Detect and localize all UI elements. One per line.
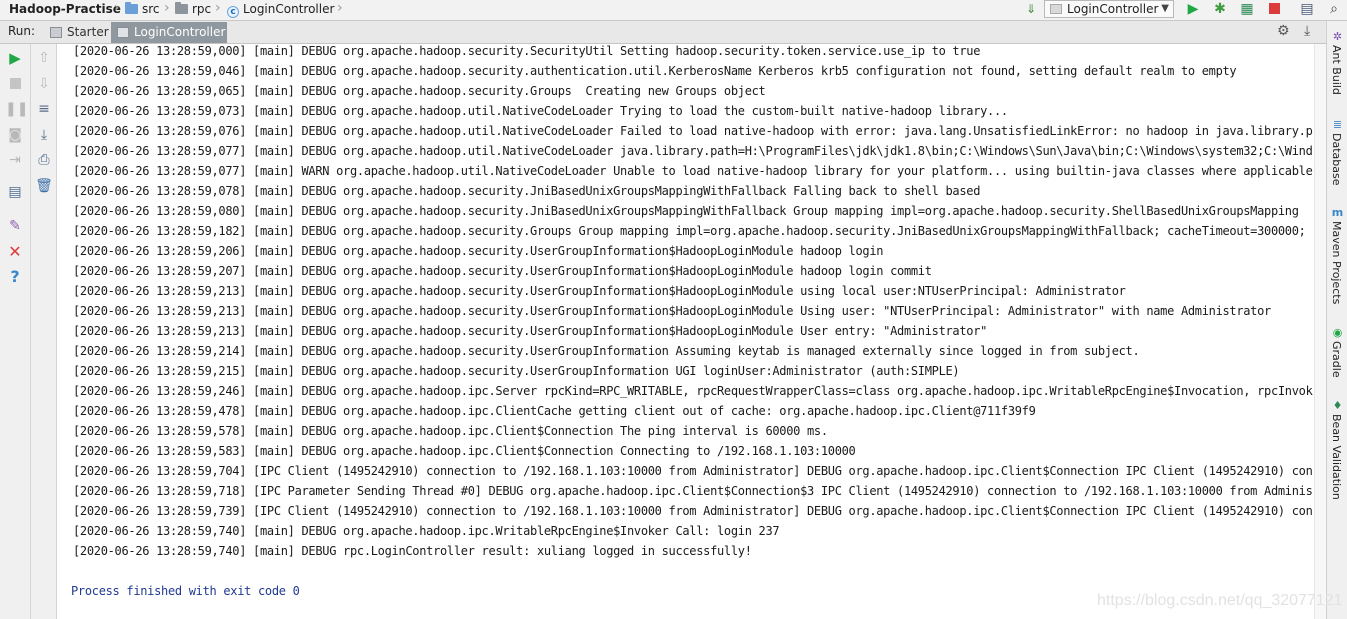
console-line: [2020-06-26 13:28:59,213] [main] DEBUG o… xyxy=(73,304,1271,318)
rerun-icon[interactable]: ▶ xyxy=(5,48,25,68)
project-structure-icon[interactable]: ▤ xyxy=(1298,0,1316,18)
dump-threads-icon[interactable]: ◙ xyxy=(5,125,25,145)
exit-icon[interactable]: ⇥ xyxy=(5,150,25,170)
run-toolbar-primary: ▶ ❚❚ ◙ ⇥ ▤ ✎ ✕ ? xyxy=(0,44,31,619)
bean-validation-icon: ♦ xyxy=(1332,399,1343,412)
process-exit-line: Process finished with exit code 0 xyxy=(71,584,300,598)
gear-icon[interactable]: ⚙ xyxy=(1277,23,1290,39)
console-line: [2020-06-26 13:28:59,213] [main] DEBUG o… xyxy=(73,284,1126,298)
console-line: [2020-06-26 13:28:59,182] [main] DEBUG o… xyxy=(73,224,1306,238)
console-tab-icon xyxy=(50,27,62,38)
vertical-scrollbar[interactable] xyxy=(1314,44,1326,619)
console-line: [2020-06-26 13:28:59,077] [main] WARN or… xyxy=(73,164,1313,178)
config-icon xyxy=(1050,4,1062,14)
console-line: [2020-06-26 13:28:59,207] [main] DEBUG o… xyxy=(73,264,932,278)
breadcrumb-separator: › xyxy=(114,0,120,16)
database-icon: ≣ xyxy=(1332,118,1343,131)
console-line: [2020-06-26 13:28:59,077] [main] DEBUG o… xyxy=(73,144,1313,158)
scroll-to-end-icon[interactable]: ⤓ xyxy=(34,125,54,145)
soft-wrap-icon[interactable]: ≡ xyxy=(34,99,54,119)
breadcrumb-src-label: src xyxy=(142,2,160,16)
console-line: [2020-06-26 13:28:59,704] [IPC Client (1… xyxy=(73,464,1313,478)
close-icon[interactable]: ✕ xyxy=(5,242,25,262)
chevron-down-icon: ▼ xyxy=(1161,3,1169,14)
breadcrumb-separator: › xyxy=(164,0,170,16)
run-configuration-select[interactable]: LoginController ▼ xyxy=(1044,0,1174,18)
trash-icon[interactable]: 🗑 xyxy=(34,176,54,196)
tool-gradle[interactable]: Gradle xyxy=(1330,341,1343,378)
watermark: https://blog.csdn.net/qq_32077121 xyxy=(1097,592,1343,609)
ant-icon: ✲ xyxy=(1332,30,1343,43)
layout-icon[interactable]: ▤ xyxy=(5,182,25,202)
tab-logincontroller-label: LoginController xyxy=(134,25,226,39)
arrow-up-icon[interactable]: ⇧ xyxy=(34,48,54,68)
tool-maven-projects[interactable]: Maven Projects xyxy=(1330,221,1343,304)
console-line: [2020-06-26 13:28:59,740] [main] DEBUG r… xyxy=(73,544,752,558)
console-output[interactable]: [2020-06-26 13:28:59,000] [main] DEBUG o… xyxy=(57,44,1326,619)
search-icon[interactable]: ⌕ xyxy=(1325,0,1343,18)
run-icon[interactable]: ▶ xyxy=(1184,0,1202,18)
folder-icon xyxy=(125,2,138,14)
tab-logincontroller[interactable]: LoginController xyxy=(111,22,227,43)
console-line: [2020-06-26 13:28:59,578] [main] DEBUG o… xyxy=(73,424,828,438)
console-line: [2020-06-26 13:28:59,739] [IPC Client (1… xyxy=(73,504,1313,518)
coverage-icon[interactable]: ▦ xyxy=(1238,0,1256,18)
run-toolbar-secondary: ⇧ ⇩ ≡ ⤓ ⎙ 🗑 xyxy=(31,44,57,619)
maven-icon: m xyxy=(1331,206,1344,219)
run-label: Run: xyxy=(8,24,36,38)
breadcrumb-rpc[interactable]: rpc xyxy=(175,2,211,19)
breadcrumb-src[interactable]: src xyxy=(125,2,160,19)
tab-starter-label: Starter xyxy=(67,25,109,39)
run-tool-header: Run: Starter LoginController ⚙ ⤓ xyxy=(0,21,1326,44)
console-line: [2020-06-26 13:28:59,206] [main] DEBUG o… xyxy=(73,244,884,258)
stop-icon[interactable] xyxy=(1265,0,1283,18)
console-line: [2020-06-26 13:28:59,078] [main] DEBUG o… xyxy=(73,184,981,198)
gradle-icon: ◉ xyxy=(1332,326,1343,339)
print-icon[interactable]: ⎙ xyxy=(34,150,54,170)
tab-starter[interactable]: Starter xyxy=(44,22,110,43)
tool-bean-validation[interactable]: Bean Validation xyxy=(1330,414,1343,500)
tool-database[interactable]: Database xyxy=(1330,133,1343,186)
run-configuration-label: LoginController xyxy=(1067,2,1159,16)
tool-ant-build[interactable]: Ant Build xyxy=(1330,45,1343,95)
console-line: [2020-06-26 13:28:59,246] [main] DEBUG o… xyxy=(73,384,1313,398)
breadcrumb-project[interactable]: Hadoop-Practise xyxy=(9,2,121,19)
console-line: [2020-06-26 13:28:59,718] [IPC Parameter… xyxy=(73,484,1313,498)
breadcrumb-file-label: LoginController xyxy=(243,2,335,16)
console-line: [2020-06-26 13:28:59,046] [main] DEBUG o… xyxy=(73,64,1237,78)
console-line: [2020-06-26 13:28:59,073] [main] DEBUG o… xyxy=(73,104,1008,118)
console-line: [2020-06-26 13:28:59,215] [main] DEBUG o… xyxy=(73,364,960,378)
console-line: [2020-06-26 13:28:59,065] [main] DEBUG o… xyxy=(73,84,766,98)
right-tool-strip: ✲ Ant Build ≣ Database m Maven Projects … xyxy=(1326,21,1347,619)
console-line: [2020-06-26 13:28:59,583] [main] DEBUG o… xyxy=(73,444,856,458)
console-line: [2020-06-26 13:28:59,000] [main] DEBUG o… xyxy=(73,44,981,58)
java-class-icon: c xyxy=(227,6,239,18)
console-line: [2020-06-26 13:28:59,740] [main] DEBUG o… xyxy=(73,524,780,538)
console-line: [2020-06-26 13:28:59,080] [main] DEBUG o… xyxy=(73,204,1299,218)
console-line: [2020-06-26 13:28:59,213] [main] DEBUG o… xyxy=(73,324,988,338)
pause-icon[interactable]: ❚❚ xyxy=(5,99,28,119)
console-tab-icon xyxy=(117,27,129,38)
stop-icon[interactable] xyxy=(5,74,25,94)
debug-icon[interactable]: ✱ xyxy=(1211,0,1229,18)
package-icon xyxy=(175,2,188,14)
help-icon[interactable]: ? xyxy=(5,267,25,287)
build-icon[interactable]: ⇓ xyxy=(1022,0,1040,18)
console-line: [2020-06-26 13:28:59,478] [main] DEBUG o… xyxy=(73,404,1036,418)
console-line: [2020-06-26 13:28:59,214] [main] DEBUG o… xyxy=(73,344,1140,358)
hide-panel-icon[interactable]: ⤓ xyxy=(1304,23,1310,39)
pin-icon[interactable]: ✎ xyxy=(5,216,25,236)
console-line: [2020-06-26 13:28:59,076] [main] DEBUG o… xyxy=(73,124,1313,138)
navigation-bar: Hadoop-Practise › src › rpc › c LoginCont… xyxy=(0,0,1347,21)
breadcrumb-separator: › xyxy=(215,0,221,16)
arrow-down-icon[interactable]: ⇩ xyxy=(34,74,54,94)
breadcrumb-rpc-label: rpc xyxy=(192,2,212,16)
breadcrumb-separator: › xyxy=(337,0,343,16)
breadcrumb-file[interactable]: c LoginController xyxy=(227,2,334,19)
